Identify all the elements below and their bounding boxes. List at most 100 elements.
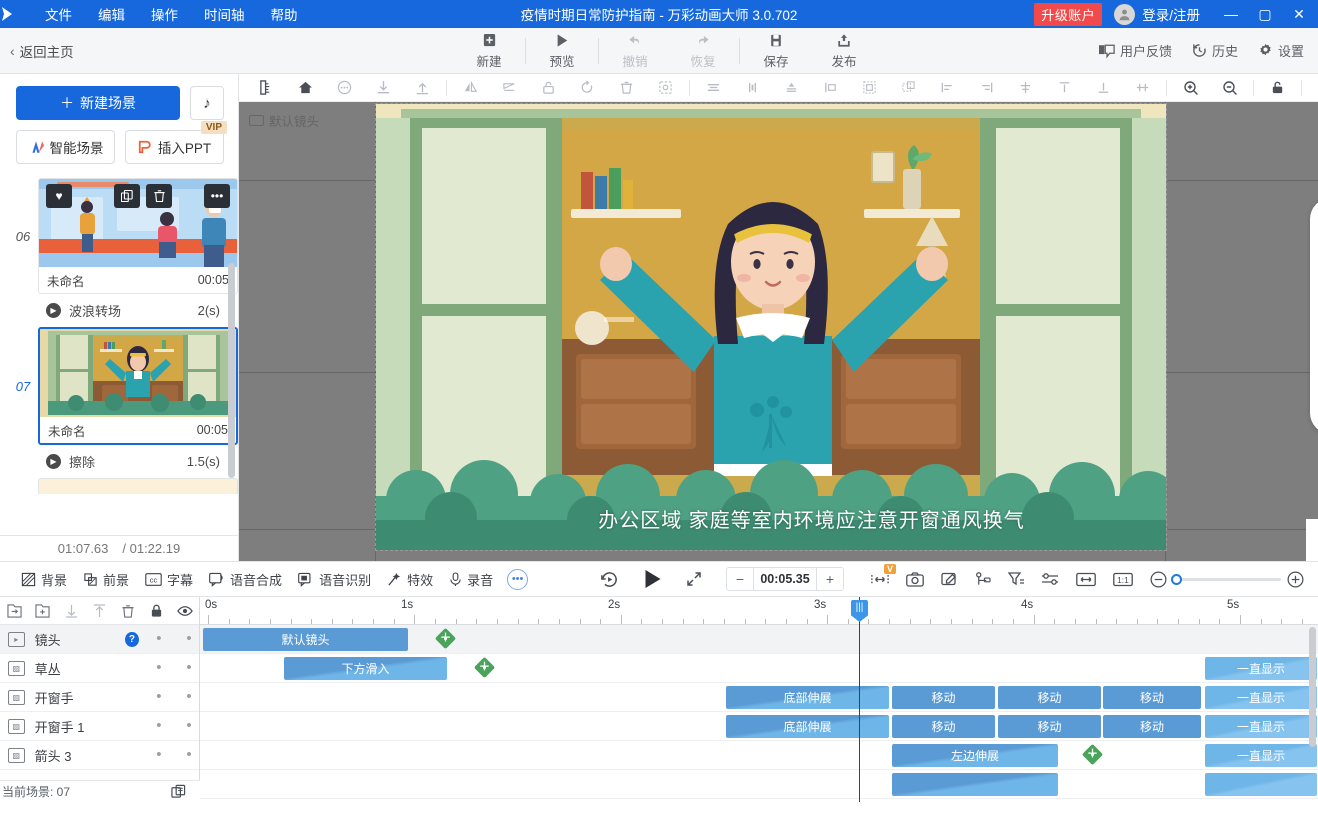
sliders-button[interactable]	[1041, 572, 1059, 586]
filter-button[interactable]	[1008, 571, 1024, 587]
subtitle-overlay[interactable]: 办公区域 家庭等室内环境应注意开窗通风换气	[239, 504, 1318, 533]
track-visible-dot[interactable]: •	[179, 750, 199, 760]
clip[interactable]: 移动	[892, 715, 995, 738]
distribute-horizontal-icon[interactable]	[1123, 75, 1162, 101]
fit-width-button[interactable]: V	[871, 572, 889, 587]
zoom-out-icon[interactable]	[1150, 571, 1167, 588]
track-visible-dot[interactable]: •	[179, 634, 199, 644]
track-row[interactable]: 底部伸展 移动 移动 移动 一直显示	[200, 683, 1318, 712]
artboard[interactable]	[376, 104, 1166, 550]
account-login-button[interactable]: 登录/注册	[1114, 4, 1200, 25]
track-header-grass[interactable]: ▨ 草丛 • •	[0, 654, 199, 683]
eye-icon[interactable]	[171, 605, 199, 617]
scene-list[interactable]: 06	[0, 178, 238, 535]
settings-button[interactable]: 设置	[1258, 41, 1304, 60]
actual-size-button[interactable]: 1:1	[1113, 572, 1133, 587]
track-lock-dot[interactable]: •	[149, 750, 169, 760]
track-visible-dot[interactable]: •	[179, 692, 199, 702]
menu-timeline[interactable]: 时间轴	[193, 0, 256, 28]
menu-edit[interactable]: 编辑	[87, 0, 136, 28]
track-visible-dot[interactable]: •	[179, 663, 199, 673]
tts-button[interactable]: 语音合成	[202, 567, 289, 592]
move-down-icon[interactable]	[57, 604, 85, 618]
bring-forward-icon[interactable]	[403, 75, 442, 101]
clip[interactable]: 移动	[998, 715, 1101, 738]
clip[interactable]: 移动	[998, 686, 1101, 709]
clip[interactable]: 一直显示	[1205, 686, 1317, 709]
track-row[interactable]: 左边伸展 ＋ 一直显示	[200, 741, 1318, 770]
keyframe-marker[interactable]: ＋	[435, 628, 456, 649]
delete-trash-icon[interactable]	[146, 184, 172, 208]
menu-help[interactable]: 帮助	[260, 0, 309, 28]
camera-label[interactable]: 默认镜头	[249, 111, 319, 130]
clip[interactable]: 移动	[1103, 715, 1201, 738]
redo-button[interactable]: 恢复	[669, 32, 737, 70]
background-button[interactable]: 背景	[14, 567, 74, 592]
menu-file[interactable]: 文件	[34, 0, 83, 28]
rotate-icon[interactable]	[568, 75, 607, 101]
speech-recognition-button[interactable]: 语音识别	[291, 567, 378, 592]
track-header-hand[interactable]: ▨ 开窗手 • •	[0, 683, 199, 712]
fit-screen-button[interactable]	[1076, 572, 1096, 587]
list-item[interactable]: 07	[0, 327, 238, 445]
new-scene-button[interactable]: ＋ 新建场景	[16, 86, 180, 120]
align-right-icon[interactable]	[967, 75, 1006, 101]
scene-music-button[interactable]: ♪	[190, 86, 224, 120]
new-button[interactable]: 新建	[455, 32, 523, 70]
timeline-vertical-scrollbar[interactable]	[1309, 627, 1316, 747]
more-circle-icon[interactable]	[325, 75, 364, 101]
save-button[interactable]: 保存	[742, 32, 810, 70]
ruler-icon[interactable]	[247, 75, 286, 101]
track-row[interactable]: 默认镜头 ＋	[200, 625, 1318, 654]
send-backward-icon[interactable]	[364, 75, 403, 101]
import-icon[interactable]	[0, 604, 28, 618]
clip[interactable]	[892, 773, 1058, 796]
copy-icon[interactable]	[1306, 75, 1318, 101]
minimize-button[interactable]: —	[1214, 0, 1248, 28]
clip[interactable]: 默认镜头	[203, 628, 408, 651]
favorite-heart-icon[interactable]: ♥	[46, 184, 72, 208]
flip-horizontal-icon[interactable]	[451, 75, 490, 101]
mini-preview[interactable]	[1306, 519, 1318, 561]
crop-selection-icon[interactable]	[646, 75, 685, 101]
track-lock-dot[interactable]: •	[149, 692, 169, 702]
transition-row[interactable]: ▶ 擦除 1.5(s)	[0, 445, 238, 478]
record-button[interactable]: 录音	[442, 567, 500, 592]
track-header-camera[interactable]: ▸ 镜头 ? • •	[0, 625, 199, 654]
scene-list-scrollbar[interactable]	[228, 263, 235, 478]
delete-trash-icon[interactable]	[114, 604, 142, 618]
history-button[interactable]: 历史	[1192, 41, 1238, 60]
lock-icon[interactable]	[142, 604, 170, 618]
playhead[interactable]: |||	[859, 597, 860, 802]
align-center-vertical-icon[interactable]	[1006, 75, 1045, 101]
scene-card[interactable]: ♥ ••• 未命名 00:05	[38, 178, 238, 294]
lock-open-icon[interactable]	[529, 75, 568, 101]
clip[interactable]	[1205, 773, 1317, 796]
track-header-hand-1[interactable]: ▨ 开窗手 1 • •	[0, 712, 199, 741]
unlock-icon[interactable]	[1258, 75, 1297, 101]
ungroup-icon[interactable]	[889, 75, 928, 101]
clip[interactable]: 移动	[1103, 686, 1201, 709]
align-bottom-icon[interactable]	[1084, 75, 1123, 101]
delete-trash-icon[interactable]	[607, 75, 646, 101]
track-row[interactable]: 底部伸展 移动 移动 移动 一直显示	[200, 712, 1318, 741]
align-left-icon[interactable]	[928, 75, 967, 101]
scene-card-next-partial[interactable]	[38, 478, 238, 494]
fullscreen-button[interactable]	[686, 571, 702, 587]
transition-row[interactable]: ▶ 波浪转场 2(s)	[0, 294, 238, 327]
preview-button[interactable]: 预览	[528, 32, 596, 70]
clip[interactable]: 底部伸展	[726, 686, 889, 709]
group-icon[interactable]	[850, 75, 889, 101]
list-item[interactable]: 06	[0, 178, 238, 294]
track-lock-dot[interactable]: •	[149, 634, 169, 644]
zoom-slider-knob[interactable]	[1171, 574, 1182, 585]
time-stepper[interactable]: − 00:05.35 +	[726, 567, 844, 591]
track-visible-dot[interactable]: •	[179, 721, 199, 731]
publish-button[interactable]: 发布	[810, 32, 878, 70]
more-dots-icon[interactable]: •••	[204, 184, 230, 208]
more-dots-icon[interactable]: •••	[507, 569, 528, 590]
track-lock-dot[interactable]: •	[149, 663, 169, 673]
zoom-slider-track[interactable]	[1173, 578, 1281, 581]
maximize-button[interactable]: ▢	[1248, 0, 1282, 28]
track-header-arrow-3[interactable]: ▨ 箭头 3 • •	[0, 741, 199, 770]
